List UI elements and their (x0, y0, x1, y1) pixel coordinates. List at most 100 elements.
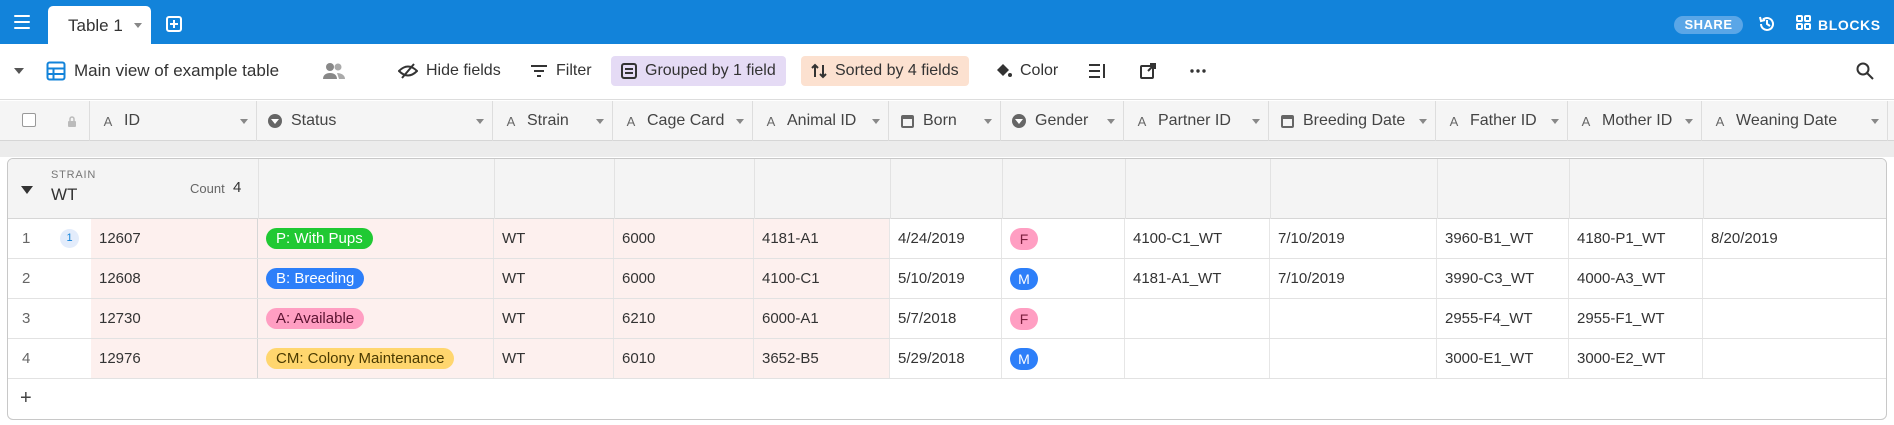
cell-id[interactable]: 12730 (91, 299, 258, 338)
cell-strain[interactable]: WT (494, 299, 614, 338)
column-menu-chevron-icon[interactable] (1685, 119, 1693, 124)
add-table-icon[interactable] (166, 16, 182, 32)
cell-cage[interactable]: 6210 (614, 299, 754, 338)
collaborators-icon[interactable] (322, 56, 346, 86)
column-menu-chevron-icon[interactable] (1551, 119, 1559, 124)
column-header-breeding-date[interactable]: Breeding Date (1269, 101, 1436, 141)
cell-born[interactable]: 5/7/2018 (890, 299, 1002, 338)
cell-animal[interactable]: 6000-A1 (754, 299, 890, 338)
cell-strain[interactable]: WT (494, 219, 614, 258)
add-record-row[interactable]: + (8, 379, 1886, 419)
column-header-weaning-date[interactable]: A Weaning Date (1702, 101, 1888, 141)
cell-id[interactable]: 12608 (91, 259, 258, 298)
cell-strain[interactable]: WT (494, 339, 614, 378)
cell-strain[interactable]: WT (494, 259, 614, 298)
cell-animal[interactable]: 4181-A1 (754, 219, 890, 258)
column-header-mother-id[interactable]: A Mother ID (1568, 101, 1702, 141)
view-name[interactable]: Main view of example table (46, 56, 279, 86)
column-header-id[interactable]: A ID (90, 101, 257, 141)
cell-weaning[interactable]: 8/20/2019 (1703, 219, 1886, 258)
cell-born[interactable]: 5/29/2018 (890, 339, 1002, 378)
cell-partner[interactable]: 4100-C1_WT (1125, 219, 1270, 258)
tab-table-1[interactable]: Table 1 (48, 6, 151, 44)
collapse-group-icon[interactable] (21, 186, 33, 194)
cell-status[interactable]: P: With Pups (258, 219, 494, 258)
cell-gender[interactable]: F (1002, 299, 1125, 338)
cell-id[interactable]: 12607 (91, 219, 258, 258)
column-header-partner-id[interactable]: A Partner ID (1124, 101, 1269, 141)
cell-cage[interactable]: 6000 (614, 259, 754, 298)
cell-born[interactable]: 4/24/2019 (890, 219, 1002, 258)
column-header-animal-id[interactable]: A Animal ID (753, 101, 889, 141)
search-icon[interactable] (1856, 56, 1874, 86)
add-record-icon[interactable]: + (20, 387, 32, 410)
cell-cage[interactable]: 6010 (614, 339, 754, 378)
table-row[interactable]: 1 1 12607 P: With Pups WT 6000 4181-A1 4/24/201… (8, 219, 1886, 259)
cell-partner[interactable] (1125, 339, 1270, 378)
table-row[interactable]: 3 12730 A: Available WT 6210 6000-A1 5/7/2018 F… (8, 299, 1886, 339)
column-menu-chevron-icon[interactable] (736, 119, 744, 124)
cell-gender[interactable]: M (1002, 339, 1125, 378)
cell-mother[interactable]: 2955-F1_WT (1569, 299, 1703, 338)
cell-breeding[interactable]: 7/10/2019 (1270, 219, 1437, 258)
share-button[interactable]: SHARE (1674, 16, 1743, 34)
cell-weaning[interactable] (1703, 259, 1886, 298)
cell-status[interactable]: B: Breeding (258, 259, 494, 298)
column-menu-chevron-icon[interactable] (240, 119, 248, 124)
history-icon[interactable] (1758, 15, 1776, 33)
share-view-icon[interactable] (1140, 56, 1156, 86)
cell-status[interactable]: A: Available (258, 299, 494, 338)
view-switcher-toggle[interactable] (14, 56, 24, 86)
column-menu-chevron-icon[interactable] (1107, 119, 1115, 124)
cell-status[interactable]: CM: Colony Maintenance (258, 339, 494, 378)
comment-count-badge[interactable]: 1 (60, 229, 79, 248)
cell-father[interactable]: 3990-C3_WT (1437, 259, 1569, 298)
cell-animal[interactable]: 3652-B5 (754, 339, 890, 378)
menu-icon[interactable] (14, 15, 30, 29)
column-menu-chevron-icon[interactable] (1419, 119, 1427, 124)
row-height-icon[interactable] (1088, 56, 1106, 86)
cell-born[interactable]: 5/10/2019 (890, 259, 1002, 298)
column-header-gender[interactable]: Gender (1001, 101, 1124, 141)
hide-fields-button[interactable]: Hide fields (392, 56, 507, 86)
cell-father[interactable]: 3000-E1_WT (1437, 339, 1569, 378)
column-header-father-id[interactable]: A Father ID (1436, 101, 1568, 141)
cell-mother[interactable]: 3000-E2_WT (1569, 339, 1703, 378)
column-menu-chevron-icon[interactable] (984, 119, 992, 124)
cell-father[interactable]: 2955-F4_WT (1437, 299, 1569, 338)
select-all-checkbox[interactable] (22, 113, 36, 127)
column-header-cage-card[interactable]: A Cage Card (613, 101, 753, 141)
table-row[interactable]: 4 12976 CM: Colony Maintenance WT 6010 3652-B… (8, 339, 1886, 379)
cell-breeding[interactable] (1270, 299, 1437, 338)
cell-gender[interactable]: M (1002, 259, 1125, 298)
color-button[interactable]: Color (988, 56, 1064, 86)
cell-id[interactable]: 12976 (91, 339, 258, 378)
cell-partner[interactable] (1125, 299, 1270, 338)
blocks-button[interactable]: BLOCKS (1796, 15, 1886, 35)
column-menu-chevron-icon[interactable] (476, 119, 484, 124)
group-button[interactable]: Grouped by 1 field (611, 56, 786, 86)
sort-button[interactable]: Sorted by 4 fields (801, 56, 969, 86)
cell-animal[interactable]: 4100-C1 (754, 259, 890, 298)
cell-father[interactable]: 3960-B1_WT (1437, 219, 1569, 258)
column-header-born[interactable]: Born (889, 101, 1001, 141)
column-header-strain[interactable]: A Strain (493, 101, 613, 141)
column-menu-chevron-icon[interactable] (1252, 119, 1260, 124)
cell-gender[interactable]: F (1002, 219, 1125, 258)
column-menu-chevron-icon[interactable] (872, 119, 880, 124)
cell-breeding[interactable] (1270, 339, 1437, 378)
column-menu-chevron-icon[interactable] (1871, 119, 1879, 124)
column-header-status[interactable]: Status (257, 101, 493, 141)
table-row[interactable]: 2 12608 B: Breeding WT 6000 4100-C1 5/10/2019 M… (8, 259, 1886, 299)
caret-down-icon[interactable] (14, 68, 24, 74)
filter-button[interactable]: Filter (524, 56, 598, 86)
cell-breeding[interactable]: 7/10/2019 (1270, 259, 1437, 298)
column-menu-chevron-icon[interactable] (596, 119, 604, 124)
chevron-down-icon[interactable] (134, 23, 142, 28)
cell-cage[interactable]: 6000 (614, 219, 754, 258)
more-options-icon[interactable] (1190, 56, 1206, 86)
cell-mother[interactable]: 4180-P1_WT (1569, 219, 1703, 258)
cell-weaning[interactable] (1703, 339, 1886, 378)
cell-weaning[interactable] (1703, 299, 1886, 338)
cell-partner[interactable]: 4181-A1_WT (1125, 259, 1270, 298)
